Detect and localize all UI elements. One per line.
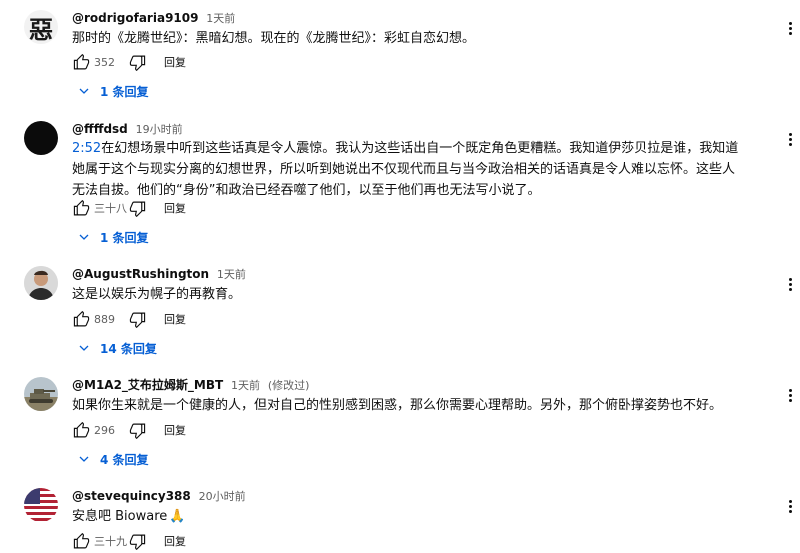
replies-label: 1 条回复	[100, 230, 149, 245]
author-name[interactable]: @rodrigofaria9109	[72, 11, 198, 25]
author-name[interactable]: @AugustRushington	[72, 267, 209, 281]
more-options-icon[interactable]	[786, 387, 794, 405]
comment-text: 2:52在幻想场景中听到这些话真是令人震惊。我认为这些话出自一个既定角色更糟糕。…	[72, 138, 744, 201]
timestamp-link[interactable]: 2:52	[72, 141, 101, 156]
dislike-icon[interactable]	[128, 199, 146, 217]
dislike-icon[interactable]	[128, 421, 146, 439]
chevron-down-icon	[79, 345, 89, 351]
chevron-down-icon	[79, 456, 89, 462]
reply-button[interactable]: 回复	[164, 54, 186, 70]
dislike-icon[interactable]	[128, 53, 146, 71]
more-options-icon[interactable]	[786, 276, 794, 294]
comment-text: 安息吧 Bioware 🙏	[72, 506, 752, 527]
replies-label: 14 条回复	[100, 341, 157, 356]
like-count: 352	[94, 55, 115, 69]
like-count: 889	[94, 312, 115, 326]
reply-button[interactable]: 回复	[164, 533, 186, 549]
like-icon[interactable]	[72, 532, 90, 550]
comment-text: 那时的《龙腾世纪》：黑暗幻想。现在的《龙腾世纪》：彩虹自恋幻想。	[72, 31, 476, 46]
like-icon[interactable]	[72, 53, 90, 71]
more-options-icon[interactable]	[786, 20, 794, 38]
avatar[interactable]	[24, 377, 58, 411]
replies-toggle[interactable]: 14 条回复	[78, 337, 157, 359]
more-options-icon[interactable]	[786, 131, 794, 149]
replies-toggle[interactable]: 1 条回复	[78, 226, 149, 248]
author-name[interactable]: @M1A2_艾布拉姆斯_MBT	[72, 378, 223, 392]
like-icon[interactable]	[72, 310, 90, 328]
comment-text: 这是以娱乐为幌子的再教育。	[72, 287, 242, 302]
us-flag-icon	[24, 488, 58, 522]
comment-time[interactable]: 1天前	[217, 268, 246, 281]
avatar-glyph: 惡	[29, 15, 53, 44]
comment-header: @M1A2_艾布拉姆斯_MBT 1天前 (修改过)	[72, 377, 309, 394]
comment-header: @stevequincy388 20小时前	[72, 488, 246, 505]
edited-label: (修改过)	[267, 379, 310, 392]
comment-header: @rodrigofaria9109 1天前	[72, 10, 235, 27]
like-count: 三十八	[94, 202, 127, 215]
comment-time[interactable]: 1天前	[231, 379, 260, 392]
comment-time[interactable]: 19小时前	[136, 123, 183, 136]
chevron-down-icon	[79, 234, 89, 240]
comment-actions: 三十八 回复	[72, 198, 186, 218]
comment-time[interactable]: 1天前	[206, 12, 235, 25]
comment-text: 如果你生来就是一个健康的人，但对自己的性别感到困惑，那么你需要心理帮助。另外，那…	[72, 398, 723, 413]
like-count: 296	[94, 423, 115, 437]
like-count: 三十九	[94, 535, 127, 548]
author-name[interactable]: @ffffdsd	[72, 122, 128, 136]
comment-actions: 296 回复	[72, 420, 186, 440]
avatar[interactable]: 惡	[24, 10, 58, 44]
replies-label: 1 条回复	[100, 84, 149, 99]
comment-actions: 三十九 回复	[72, 531, 186, 551]
reply-button[interactable]: 回复	[164, 311, 186, 327]
prayer-emoji-icon: 🙏	[169, 509, 186, 524]
comment-actions: 889 回复	[72, 309, 186, 329]
reply-button[interactable]: 回复	[164, 422, 186, 438]
avatar[interactable]	[24, 266, 58, 300]
dislike-icon[interactable]	[128, 532, 146, 550]
reply-button[interactable]: 回复	[164, 200, 186, 216]
chevron-down-icon	[79, 88, 89, 94]
replies-toggle[interactable]: 4 条回复	[78, 448, 149, 470]
like-icon[interactable]	[72, 199, 90, 217]
avatar[interactable]	[24, 488, 58, 522]
author-name[interactable]: @stevequincy388	[72, 489, 191, 503]
person-photo-icon	[24, 266, 58, 300]
comment-actions: 352 回复	[72, 52, 186, 72]
comment-header: @ffffdsd 19小时前	[72, 121, 183, 138]
avatar[interactable]	[24, 121, 58, 155]
comment-time[interactable]: 20小时前	[199, 490, 246, 503]
comment-header: @AugustRushington 1天前	[72, 266, 246, 283]
comment-body: 在幻想场景中听到这些话真是令人震惊。我认为这些话出自一个既定角色更糟糕。我知道伊…	[72, 141, 739, 198]
tank-photo-icon	[24, 377, 58, 411]
replies-toggle[interactable]: 1 条回复	[78, 80, 149, 102]
dislike-icon[interactable]	[128, 310, 146, 328]
replies-label: 4 条回复	[100, 452, 149, 467]
comment-body: 安息吧 Bioware	[72, 509, 168, 524]
more-options-icon[interactable]	[786, 498, 794, 516]
like-icon[interactable]	[72, 421, 90, 439]
